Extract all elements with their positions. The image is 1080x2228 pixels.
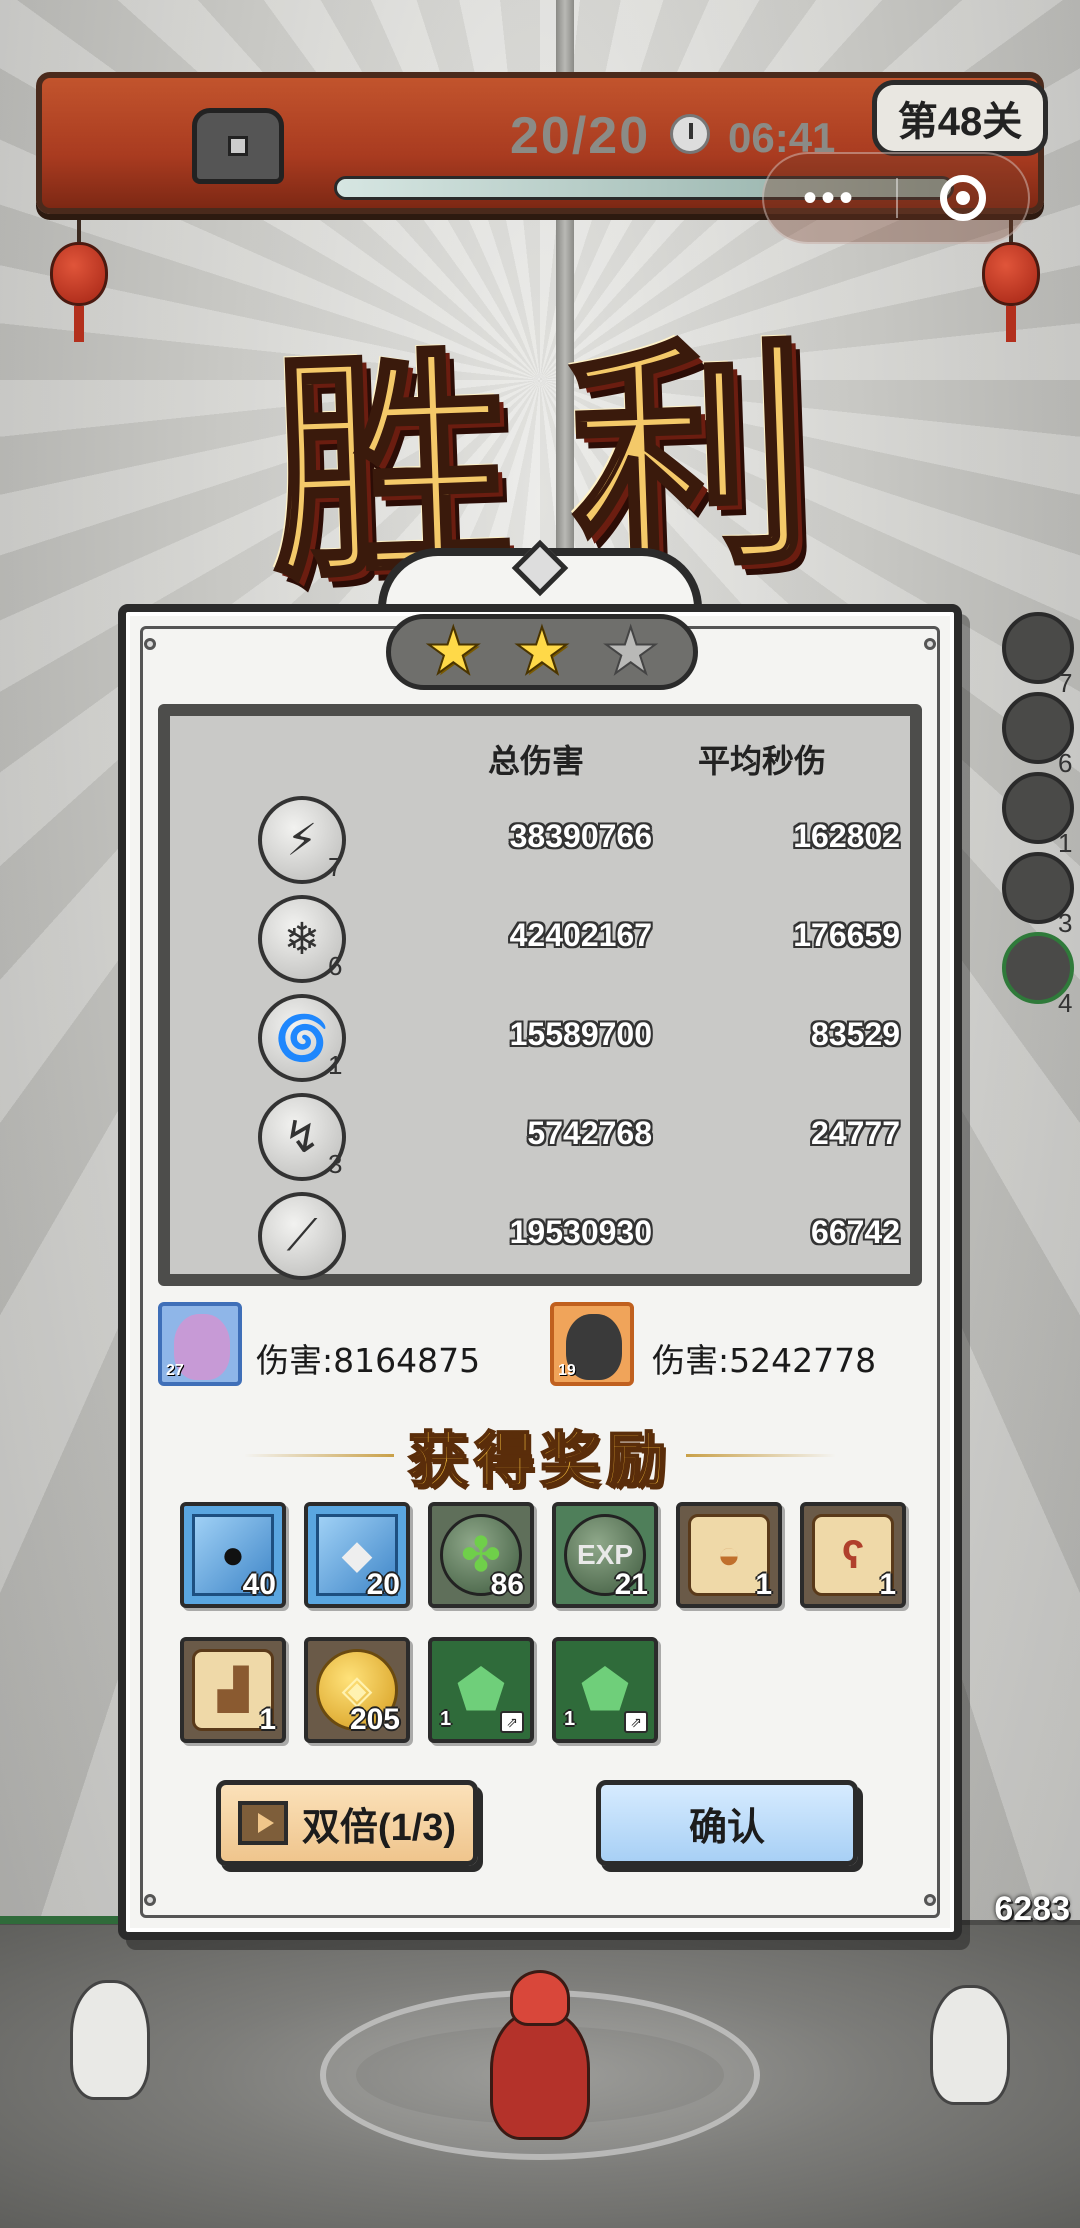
item-quantity: 205 xyxy=(349,1703,400,1736)
star-icon-1: ★ xyxy=(424,615,483,689)
mini-program-capsule: ••• xyxy=(762,152,1030,244)
side-skill-count-5: 4 xyxy=(1058,988,1073,1018)
rivet xyxy=(924,638,936,650)
gold-coin-item[interactable]: ◈ 205 xyxy=(304,1637,410,1743)
clock-icon xyxy=(670,114,710,154)
side-skill-count-3: 1 xyxy=(1058,828,1073,858)
star-rating: ★ ★ ★ xyxy=(386,614,698,690)
item-quantity: 40 xyxy=(242,1568,276,1601)
table-row: ❄ 6 42402167 176659 xyxy=(170,895,910,991)
santa-character xyxy=(480,1970,600,2140)
side-skill-count-2: 6 xyxy=(1058,748,1073,778)
total-damage-value: 19530930 xyxy=(509,1214,652,1250)
mage-character-left xyxy=(60,1960,160,2100)
hero-damage-text: 伤害:5242778 xyxy=(652,1341,877,1380)
header-avg-dps: 平均秒伤 xyxy=(698,743,827,779)
header-total-damage: 总伤害 xyxy=(488,743,585,779)
item-quantity: 21 xyxy=(614,1568,648,1601)
green-gem-item[interactable]: ⬟ 1 ⇗ xyxy=(428,1637,534,1743)
grass-edge xyxy=(0,1916,120,1924)
star-icon-2: ★ xyxy=(512,615,571,689)
upgrade-tag-icon: ⇗ xyxy=(624,1711,648,1733)
skill-level: 6 xyxy=(328,951,343,981)
fighter-character-right xyxy=(920,1965,1020,2105)
staff-scroll-item[interactable]: ʕ1 xyxy=(800,1502,906,1608)
item-quantity: 1 xyxy=(564,1708,576,1730)
table-row: 🌀 1 15589700 83529 xyxy=(170,994,910,1090)
green-gem-item[interactable]: ⬟ 1 ⇗ xyxy=(552,1637,658,1743)
total-damage-value: 5742768 xyxy=(527,1115,652,1151)
item-quantity: 20 xyxy=(366,1568,400,1601)
damage-stats-table: 总伤害 平均秒伤 ⚡ 7 38390766 162802 ❄ 6 4240216… xyxy=(158,704,922,1286)
total-damage-value: 15589700 xyxy=(509,1016,652,1052)
avg-dps-value: 162802 xyxy=(793,818,900,854)
clover-emblem-item[interactable]: ✤ 86 xyxy=(428,1502,534,1608)
treasure-chest-icon[interactable] xyxy=(192,108,284,184)
skill-level: 1 xyxy=(328,1050,343,1080)
confirm-button[interactable]: 确认 xyxy=(596,1780,858,1866)
stone-item[interactable]: ◆ 20 xyxy=(304,1502,410,1608)
video-ad-icon xyxy=(237,1801,288,1845)
table-row: ⚡ 7 38390766 162802 xyxy=(170,796,910,892)
table-row: ⟋ 19530930 66742 xyxy=(170,1192,910,1288)
rivet xyxy=(144,638,156,650)
hero-level: 27 xyxy=(166,1362,184,1379)
rewards-title: 获得奖励 xyxy=(407,1425,672,1497)
avg-dps-value: 66742 xyxy=(811,1214,900,1250)
item-quantity: 1 xyxy=(755,1568,772,1601)
hero-portrait-girl[interactable]: 27 xyxy=(158,1302,242,1386)
avg-dps-value: 176659 xyxy=(793,917,900,953)
avg-dps-value: 83529 xyxy=(811,1016,900,1052)
target-close-icon xyxy=(939,175,986,221)
avg-dps-value: 24777 xyxy=(811,1115,900,1151)
item-quantity: 1 xyxy=(879,1568,896,1601)
side-skill-count-1: 7 xyxy=(1058,668,1073,698)
rivet xyxy=(924,1894,936,1906)
hero-damage-text: 伤害:8164875 xyxy=(256,1341,481,1380)
boot-scroll-item[interactable]: ▟ 1 xyxy=(180,1637,286,1743)
total-damage-value: 38390766 xyxy=(509,818,652,854)
skill-level: 3 xyxy=(328,1149,343,1179)
total-damage-value: 42402167 xyxy=(509,917,652,953)
double-reward-button[interactable]: 双倍(1/3) xyxy=(216,1780,478,1866)
hero-level: 19 xyxy=(558,1362,576,1379)
star-icon-3: ★ xyxy=(601,615,660,689)
enemy-hp-number: 6283 xyxy=(994,1890,1070,1928)
rivet xyxy=(144,1894,156,1906)
table-row: ↯ 3 5742768 24777 xyxy=(170,1093,910,1189)
exp-orb-item[interactable]: EXP 21 xyxy=(552,1502,658,1608)
upgrade-tag-icon: ⇗ xyxy=(500,1711,524,1733)
confirm-label: 确认 xyxy=(688,1806,765,1849)
item-quantity: 1 xyxy=(259,1703,276,1736)
hat-scroll-item[interactable]: ◒ 1 xyxy=(676,1502,782,1608)
more-menu-button[interactable]: ••• xyxy=(764,152,896,244)
double-reward-label: 双倍(1/3) xyxy=(301,1806,457,1849)
bomb-item[interactable]: ● 40 xyxy=(180,1502,286,1608)
level-badge: 第48关 xyxy=(872,80,1048,156)
close-miniprogram-button[interactable] xyxy=(898,152,1028,244)
slash-skill-icon: ⟋ xyxy=(258,1192,346,1280)
wave-counter: 20/20 xyxy=(510,107,651,165)
hero-portrait-boy[interactable]: 19 xyxy=(550,1302,634,1386)
item-quantity: 86 xyxy=(490,1568,524,1601)
skill-level: 7 xyxy=(328,852,343,882)
item-quantity: 1 xyxy=(440,1708,452,1730)
side-skill-count-4: 3 xyxy=(1058,908,1073,938)
